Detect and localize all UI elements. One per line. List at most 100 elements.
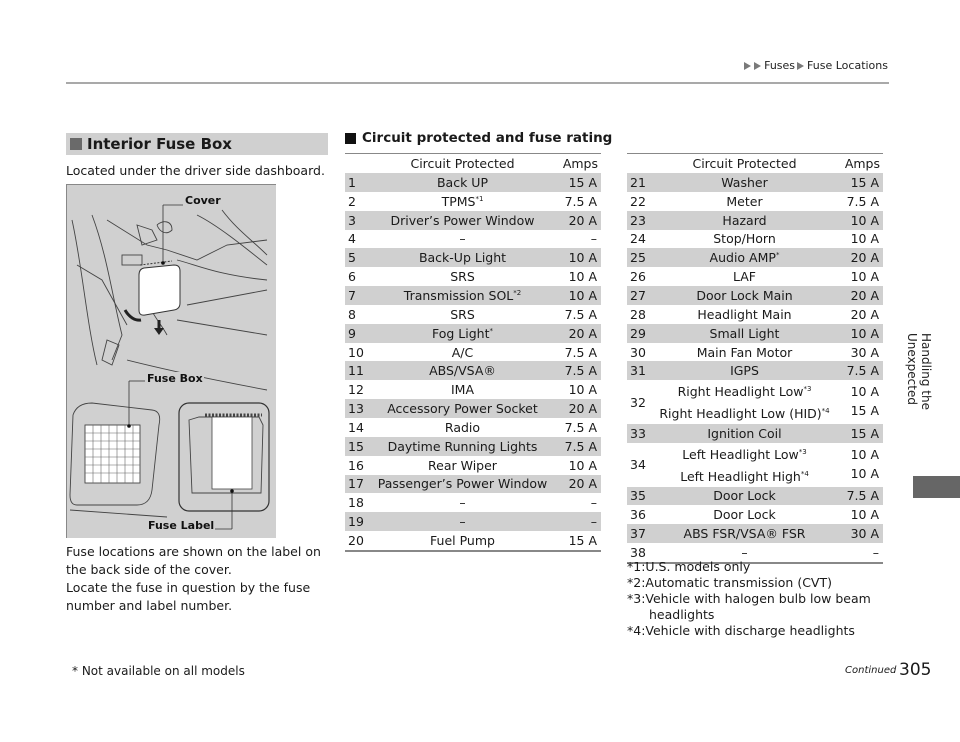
figure-label-cover: Cover	[184, 194, 222, 207]
footnote-ref: *3	[798, 447, 807, 456]
breadcrumb-arrow-icon	[754, 61, 762, 70]
table-row: 33 Ignition Coil 15 A	[627, 423, 883, 443]
circuit-name: –	[459, 514, 466, 530]
breadcrumb-item-fuses[interactable]: Fuses	[764, 59, 795, 72]
table-row: 27 Door Lock Main 20 A	[627, 286, 883, 305]
circuit-name: Right Headlight Low*3	[677, 384, 812, 400]
fuse-number: 18	[348, 495, 364, 511]
amps-subline: 10 A	[850, 384, 879, 400]
footnote: *3:Vehicle with halogen bulb low beam	[627, 591, 871, 606]
circuit-cell: Hazard	[656, 210, 833, 230]
circuit-name: Accessory Power Socket	[387, 401, 538, 417]
circuit-name: Meter	[726, 193, 763, 209]
circuit-name: Back UP	[436, 174, 488, 190]
table-row: 15 Daytime Running Lights 7.5 A	[345, 436, 601, 456]
footnotes: *1:U.S. models only *2:Automatic transmis…	[627, 559, 871, 639]
chapter-tab-marker[interactable]	[913, 476, 960, 498]
heading-square-icon	[70, 138, 82, 150]
circuit-cell: Transmission SOL*2	[374, 286, 551, 305]
fuse-number: 22	[630, 193, 646, 209]
footnote-ref: *1	[475, 194, 484, 203]
table-row: 24 Stop/Horn 10 A	[627, 230, 883, 249]
amps-cell: 30 A	[850, 344, 879, 360]
fuse-number: 12	[348, 382, 364, 398]
table-row: 1 Back UP 15 A	[345, 173, 601, 192]
circuit-name: Left Headlight Low*3	[682, 446, 807, 462]
fuse-number: 14	[348, 419, 364, 435]
amps-cell: 10 A	[568, 457, 597, 473]
amps-cell: 20 A	[551, 399, 601, 418]
table-row: 10 A/C 7.5 A	[345, 343, 601, 362]
continued-label: Continued	[845, 665, 897, 676]
footnote: *4:Vehicle with discharge headlights	[627, 623, 855, 638]
fuse-number: 20	[348, 532, 364, 548]
circuit-cell: Passenger’s Power Window	[374, 474, 551, 494]
table-row: 31 IGPS 7.5 A	[627, 361, 883, 381]
circuit-cell: –	[374, 512, 551, 532]
section-title: Interior Fuse Box	[87, 135, 232, 153]
amps-cell: 10 A	[850, 231, 879, 247]
circuit-name: Daytime Running Lights	[387, 438, 538, 454]
circuit-name: Audio AMP*	[709, 250, 780, 266]
amps-cell: 7.5 A	[564, 419, 597, 435]
footnote-ref: *4	[821, 407, 830, 416]
table-row: 23 Hazard 10 A	[627, 210, 883, 230]
amps-cell: 7.5 A	[846, 193, 879, 209]
fuse-number: 35	[627, 486, 656, 506]
fuse-number: 34	[630, 457, 646, 473]
table-row: 11 ABS/VSA® 7.5 A	[345, 361, 601, 381]
fuse-number: 24	[630, 231, 646, 247]
intro-text: Located under the driver side dashboard.	[66, 163, 325, 178]
circuit-name: LAF	[733, 269, 756, 285]
table-row: 32 Right Headlight Low*3 Right Headlight L…	[627, 380, 883, 424]
circuit-cell: –	[374, 230, 551, 249]
circuit-cell: SRS	[374, 267, 551, 286]
subsection-title: Circuit protected and fuse rating	[362, 130, 613, 146]
table-row: 5 Back-Up Light 10 A	[345, 248, 601, 268]
fuse-number: 15	[345, 436, 374, 456]
fuse-table-right: Circuit Protected Amps 21 Washer 15 A 22 Met…	[627, 153, 883, 564]
fuse-number: 7	[345, 286, 374, 305]
note-paragraph: Locate the fuse in question by the fuse …	[66, 580, 311, 613]
circuit-name: TPMS*1	[441, 193, 484, 209]
fuse-number: 27	[627, 286, 656, 305]
circuit-cell: ABS FSR/VSA® FSR	[656, 524, 833, 544]
circuit-cell: IGPS	[656, 361, 833, 381]
amps-subline: 10 A	[850, 465, 879, 481]
notes: Fuse locations are shown on the label on…	[66, 543, 336, 615]
figure-label-fuse-label: Fuse Label	[147, 519, 216, 532]
section-heading: Interior Fuse Box	[66, 133, 328, 155]
amps-cell: 7.5 A	[564, 306, 597, 322]
circuit-cell: IMA	[374, 380, 551, 399]
amps-cell: –	[551, 512, 601, 532]
circuit-subline: Right Headlight Low (HID)*4	[656, 402, 833, 424]
circuit-cell: Headlight Main	[656, 305, 833, 324]
circuit-cell: Washer	[656, 173, 833, 192]
circuit-name: Fuel Pump	[430, 532, 495, 548]
circuit-name: –	[459, 231, 466, 247]
circuit-cell: Main Fan Motor	[656, 343, 833, 362]
table-row: 13 Accessory Power Socket 20 A	[345, 399, 601, 418]
table-row: 28 Headlight Main 20 A	[627, 305, 883, 324]
circuit-subline: Left Headlight High*4	[656, 465, 833, 487]
circuit-cell: Accessory Power Socket	[374, 399, 551, 418]
circuit-name: Hazard	[722, 212, 767, 228]
circuit-name: Rear Wiper	[428, 457, 497, 473]
table-header-row: Circuit Protected Amps	[627, 154, 883, 174]
footnote: *2:Automatic transmission (CVT)	[627, 575, 832, 590]
fuse-number: 4	[348, 231, 356, 247]
circuit-name: Main Fan Motor	[696, 344, 793, 360]
fuse-number: 2	[348, 193, 356, 209]
header-amps: Amps	[562, 156, 598, 171]
circuit-cell: SRS	[374, 305, 551, 324]
breadcrumb-item-fuse-locations[interactable]: Fuse Locations	[807, 59, 888, 72]
fuse-number: 23	[627, 210, 656, 230]
amps-cell: 20 A	[551, 210, 601, 230]
fuse-number: 6	[348, 269, 356, 285]
dashboard-drawing	[69, 204, 270, 530]
breadcrumb: Fuses Fuse Locations	[744, 59, 888, 72]
fuse-number: 16	[348, 457, 364, 473]
table-row: 22 Meter 7.5 A	[627, 192, 883, 211]
table-row: 36 Door Lock 10 A	[627, 505, 883, 524]
fuse-table-left: Circuit Protected Amps 1 Back UP 15 A 2 TPMS…	[345, 153, 601, 552]
